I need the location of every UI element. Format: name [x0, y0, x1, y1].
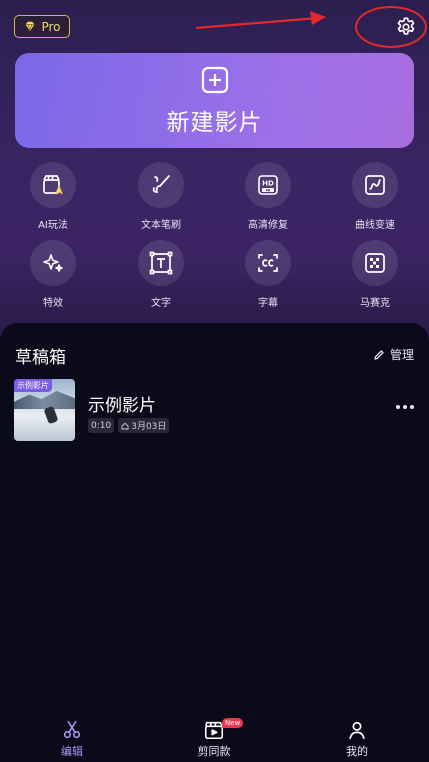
pro-label: Pro: [41, 19, 61, 34]
annotation-arrow: [195, 11, 326, 30]
tool-mosaic[interactable]: 马赛克: [335, 240, 415, 309]
drafts-panel: 草稿箱 管理 示例影片 示例影片 0:10 3月03日: [0, 323, 429, 716]
caption-cc-icon: [258, 254, 278, 272]
scissors-icon: [63, 720, 81, 739]
tool-curve-speed[interactable]: 曲线变速: [335, 162, 415, 231]
tab-profile[interactable]: 我的: [312, 719, 402, 759]
curve-speed-icon: [365, 175, 385, 195]
settings-button[interactable]: [393, 14, 419, 40]
more-options-button[interactable]: [396, 403, 414, 411]
house-icon: [121, 422, 129, 429]
draft-thumbnail: 示例影片: [14, 379, 75, 441]
drafts-title: 草稿箱: [15, 348, 66, 368]
tab-edit[interactable]: 编辑: [27, 719, 117, 759]
svg-text:HD: HD: [262, 180, 274, 188]
bottom-tab-bar: 编辑 New 剪同款 我的: [0, 716, 429, 762]
tool-hd-repair[interactable]: HD 4K 高清修复: [228, 162, 308, 231]
brush-icon: [152, 175, 170, 193]
draft-name: 示例影片: [88, 396, 156, 416]
tool-effects[interactable]: 特效: [13, 240, 93, 309]
new-badge: New: [222, 718, 244, 728]
new-film-label: 新建影片: [166, 109, 263, 136]
tool-captions[interactable]: 字幕: [228, 240, 308, 309]
person-icon: [349, 721, 365, 740]
manage-button[interactable]: 管理: [373, 346, 414, 363]
gear-icon: [397, 17, 415, 35]
tool-ai-play[interactable]: AI玩法: [13, 162, 93, 231]
draft-meta: 0:10 3月03日: [88, 418, 170, 433]
mosaic-icon: [365, 253, 385, 273]
draft-item[interactable]: 示例影片 示例影片 0:10 3月03日: [14, 379, 415, 441]
hd-4k-icon: HD 4K: [258, 175, 278, 195]
plus-square-icon: [201, 66, 228, 93]
ai-clapper-icon: [43, 175, 63, 195]
sample-tag: 示例影片: [14, 379, 52, 392]
new-film-button[interactable]: 新建影片: [15, 53, 414, 148]
diamond-icon: [26, 21, 35, 31]
duration-chip: 0:10: [88, 418, 115, 433]
tab-templates[interactable]: New 剪同款: [169, 718, 259, 759]
sparkle-icon: [43, 254, 63, 272]
manage-label: 管理: [389, 348, 414, 362]
date-chip: 3月03日: [118, 418, 170, 433]
svg-text:4K: 4K: [265, 188, 270, 192]
pro-badge[interactable]: Pro: [14, 15, 70, 38]
tool-text-brush[interactable]: 文本笔刷: [121, 162, 201, 231]
tool-text[interactable]: 文字: [121, 240, 201, 309]
text-icon: [149, 251, 173, 275]
pencil-icon: [374, 349, 384, 360]
